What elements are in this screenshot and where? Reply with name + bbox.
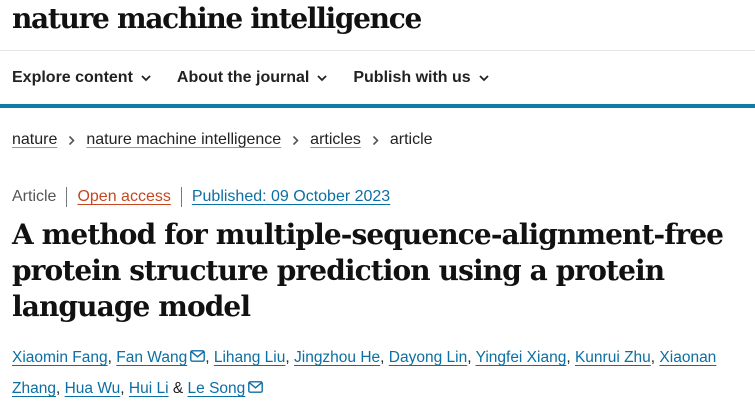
chevron-right-icon xyxy=(372,135,379,146)
breadcrumb-nature[interactable]: nature xyxy=(12,131,57,149)
chevron-right-icon xyxy=(68,135,76,146)
author-separator: , xyxy=(285,349,290,366)
main-nav: Explore content About the journal Publis… xyxy=(0,51,755,108)
chevron-down-icon xyxy=(141,74,151,81)
envelope-icon[interactable] xyxy=(248,381,264,393)
author-separator: , xyxy=(380,349,385,366)
envelope-icon[interactable] xyxy=(190,350,206,362)
author-link[interactable]: Fan Wang xyxy=(116,349,187,366)
nav-item-label: About the journal xyxy=(176,68,310,86)
nav-publish-with-us[interactable]: Publish with us xyxy=(353,68,489,87)
author-link[interactable]: Lihang Liu xyxy=(214,349,286,366)
author-separator: , xyxy=(120,380,125,397)
nav-about-the-journal[interactable]: About the journal xyxy=(177,69,327,87)
nav-item-label: Publish with us xyxy=(353,68,471,86)
author-link[interactable]: Le Song xyxy=(188,380,246,397)
author-separator: , xyxy=(467,349,472,366)
meta-divider xyxy=(180,187,182,207)
chevron-down-icon xyxy=(479,74,489,81)
author-separator: , xyxy=(566,349,571,366)
meta-divider xyxy=(66,187,68,207)
author-separator: , xyxy=(55,380,61,397)
author-separator: , xyxy=(650,349,656,366)
author-link[interactable]: Kunrui Zhu xyxy=(575,349,651,366)
chevron-down-icon xyxy=(317,74,327,81)
breadcrumb: nature nature machine intelligence artic… xyxy=(12,131,433,149)
chevron-right-icon xyxy=(292,135,299,146)
breadcrumb-current: article xyxy=(389,131,433,148)
published-date-link[interactable]: Published: 09 October 2023 xyxy=(192,188,390,206)
author-ampersand: & xyxy=(172,380,184,397)
article-title: A method for multiple-sequence-alignment… xyxy=(12,218,724,323)
author-link[interactable]: Xiaomin Fang xyxy=(12,349,108,366)
author-link[interactable]: Dayong Lin xyxy=(389,349,467,366)
author-link[interactable]: Hui Li xyxy=(129,380,169,397)
author-list: Xiaomin Fang, Fan Wang, Lihang Liu, Jing… xyxy=(12,342,752,404)
article-type: Article xyxy=(12,188,57,205)
author-link[interactable]: Hua Wu xyxy=(65,380,121,397)
nav-item-label: Explore content xyxy=(12,68,133,86)
author-link[interactable]: Jingzhou He xyxy=(294,349,380,366)
article-meta: Article Open access Published: 09 Octobe… xyxy=(12,187,390,207)
author-link[interactable]: Yingfei Xiang xyxy=(476,349,567,366)
open-access-link[interactable]: Open access xyxy=(77,188,170,206)
breadcrumb-nature-machine-intelligence[interactable]: nature machine intelligence xyxy=(86,131,281,149)
author-separator: , xyxy=(107,349,112,366)
site-logo[interactable]: nature machine intelligence xyxy=(12,2,422,35)
masthead: nature machine intelligence xyxy=(0,0,755,51)
nav-explore-content[interactable]: Explore content xyxy=(12,69,151,87)
author-separator: , xyxy=(205,349,210,366)
breadcrumb-articles[interactable]: articles xyxy=(310,131,361,149)
